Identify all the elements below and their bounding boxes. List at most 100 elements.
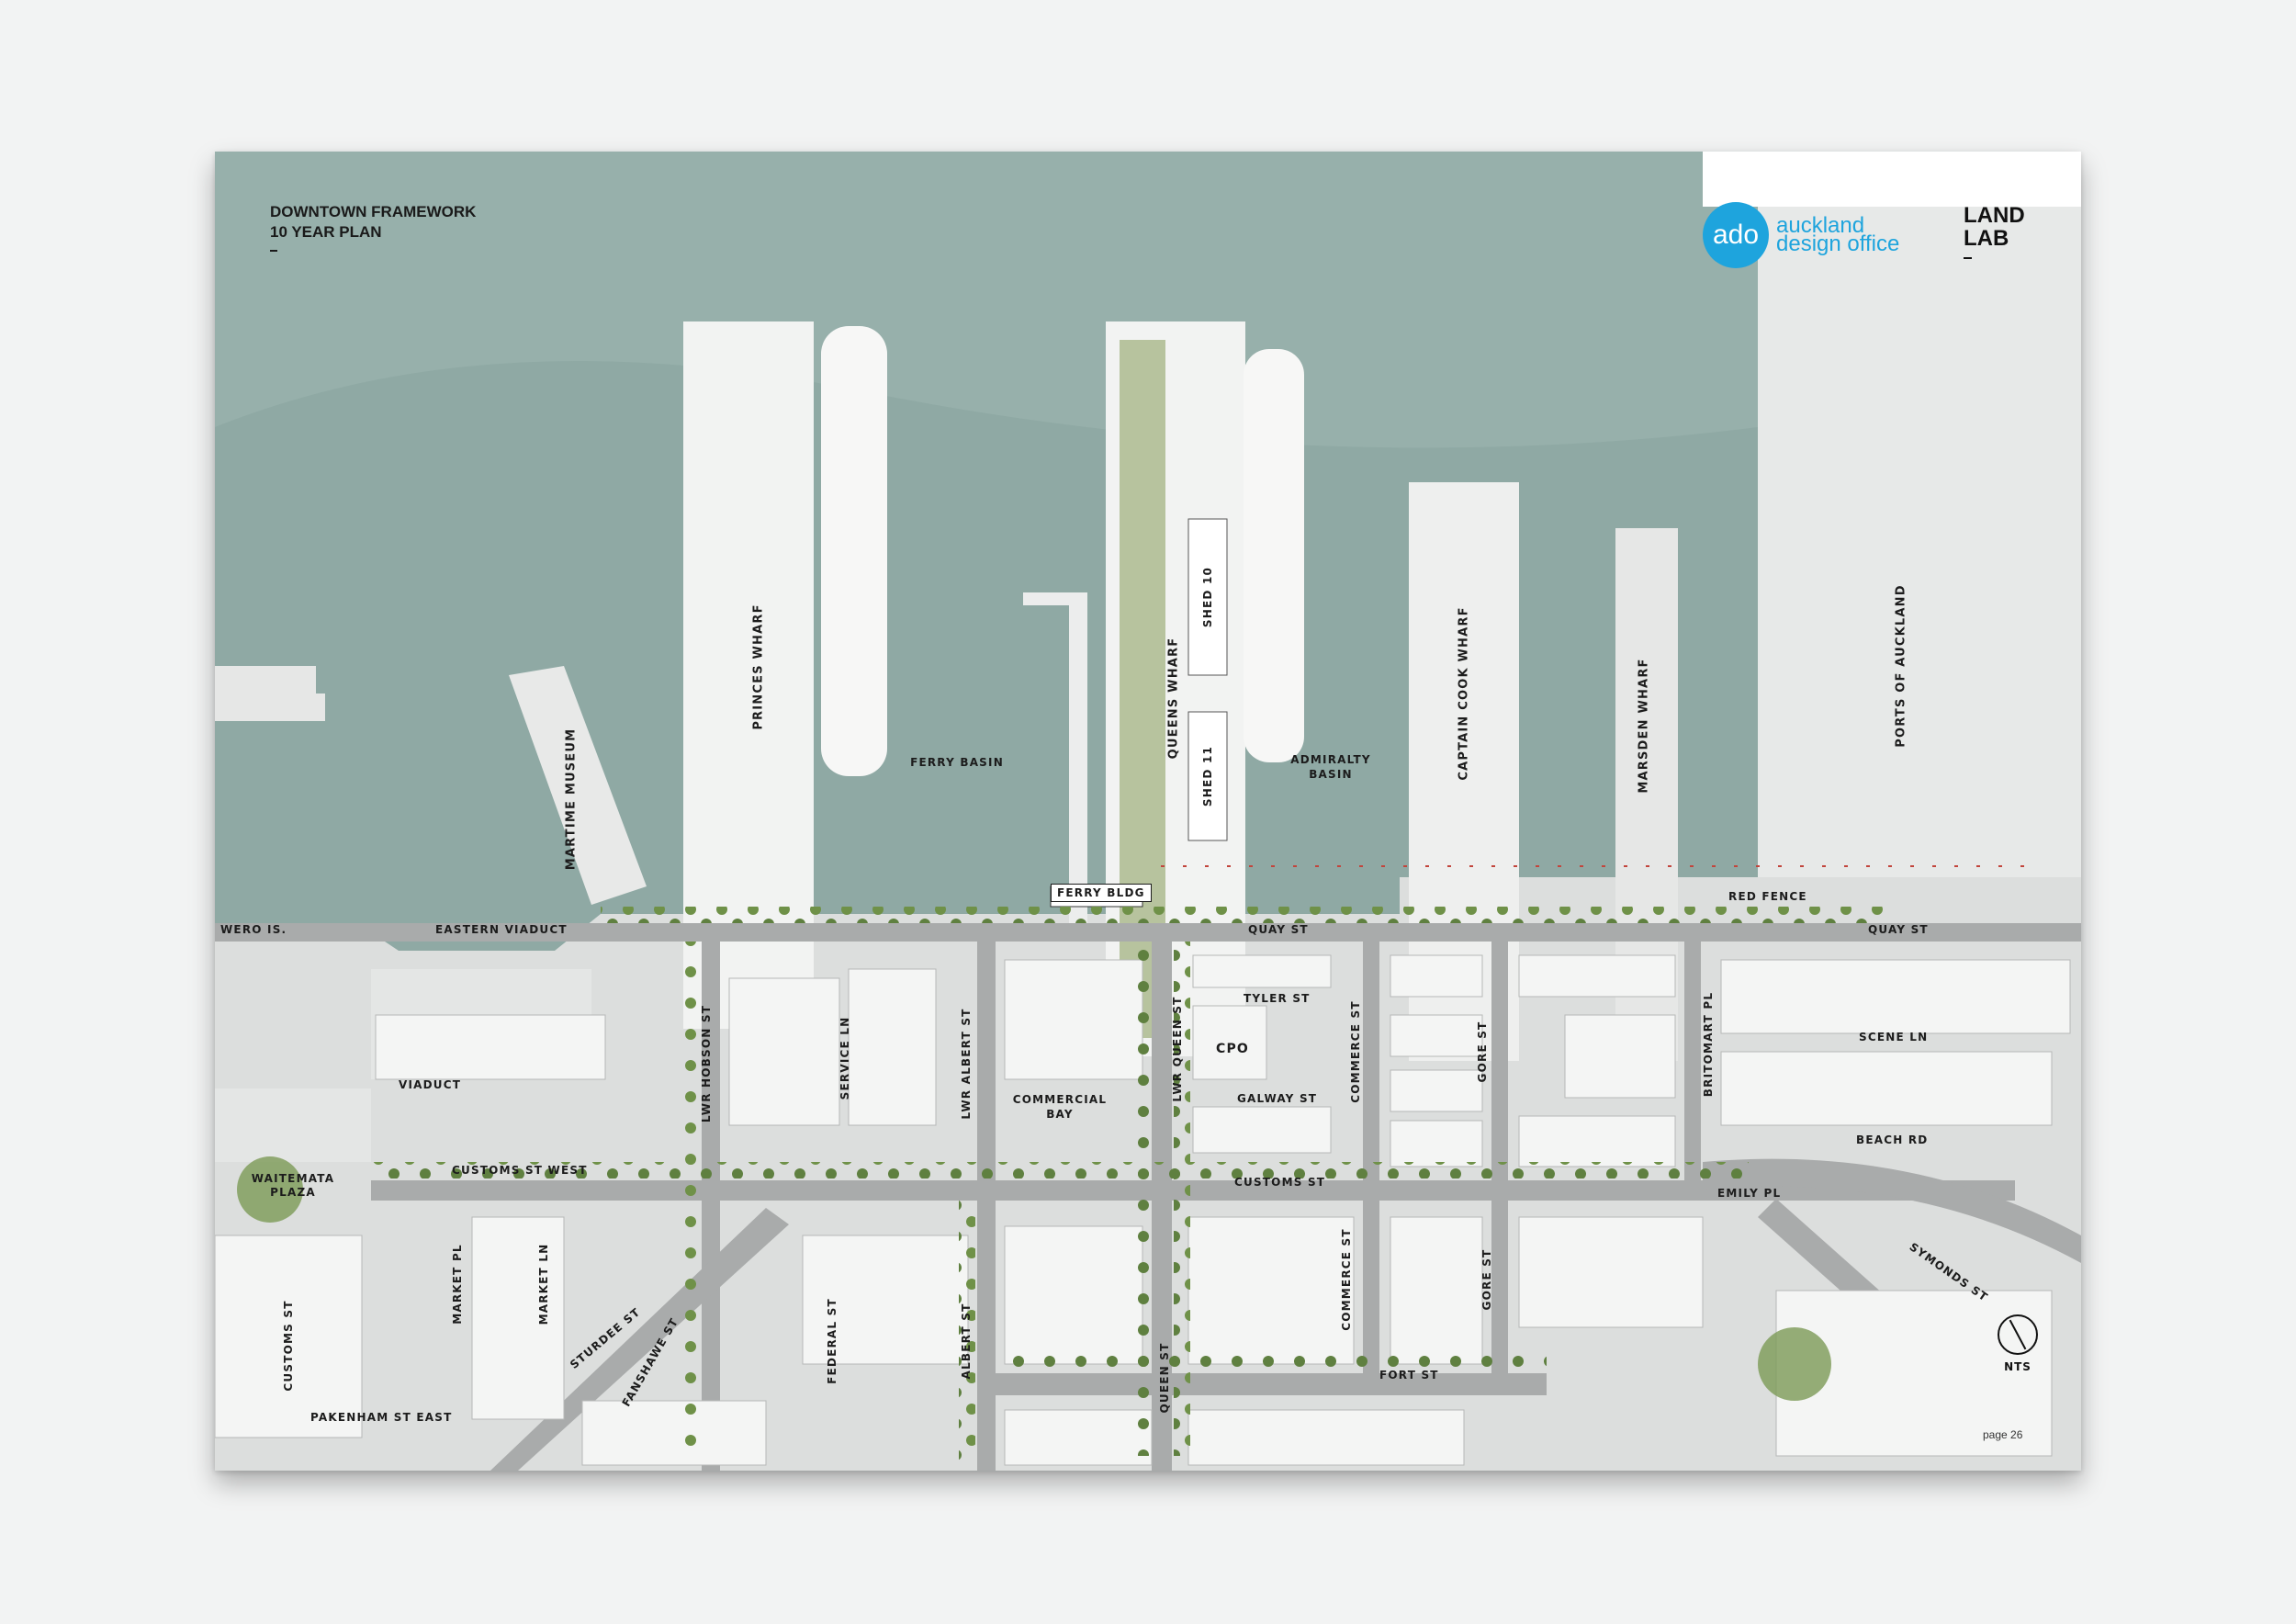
britomart-road [1684,942,1701,1180]
building-block [1004,959,1143,1080]
landlab-logo: LAND LAB [1964,204,2025,259]
tree-line [996,1355,1547,1371]
label-gore-st-2: GORE ST [1480,1248,1493,1311]
landlab-line-2: LAB [1964,226,2009,251]
building-block [1390,1120,1483,1167]
label-captain-cook-wharf: CAPTAIN COOK WHARF [1457,606,1471,781]
west-land [215,1088,371,1162]
ado-wordmark: auckland design office [1776,215,1900,256]
building-block [1187,1409,1465,1466]
label-fort-st: FORT ST [1379,1369,1439,1382]
plan-title: DOWNTOWN FRAMEWORK 10 YEAR PLAN [270,202,476,252]
ado-logo: ado auckland design office [1703,202,1899,268]
building-block [1720,1051,2053,1126]
label-cpo: CPO [1216,1042,1250,1056]
west-pier [215,666,316,694]
building-block [1518,954,1676,998]
label-commerce-st-2: COMMERCE ST [1340,1228,1353,1331]
title-dash [270,250,277,252]
building-block [1720,959,2071,1034]
building-block [1192,1106,1332,1154]
building-block [1390,1216,1483,1365]
ado-line-2: design office [1776,231,1900,256]
building-block [1004,1409,1153,1466]
label-quay-st-1: QUAY ST [1248,923,1309,936]
building-block [375,1014,606,1080]
landlab-dash [1964,257,1972,259]
label-market-pl: MARKET PL [451,1244,464,1325]
label-viaduct: VIADUCT [399,1078,462,1091]
label-quay-st-2: QUAY ST [1868,923,1929,936]
ferry-pier-arm [1023,592,1078,605]
title-line-1: DOWNTOWN FRAMEWORK [270,203,477,220]
building-block [1518,1216,1704,1328]
label-lwr-hobson-st: LWR HOBSON ST [700,1004,713,1123]
label-galway-st: GALWAY ST [1237,1092,1318,1105]
label-service-ln: SERVICE LN [838,1016,851,1100]
building-block [1192,954,1332,988]
building-block [1390,954,1483,998]
north-arrow: NTS [1990,1314,2045,1373]
tree-line [1133,942,1150,1456]
label-customs-st: CUSTOMS ST [1234,1176,1326,1189]
label-marsden-wharf: MARSDEN WHARF [1637,658,1651,794]
building-block [581,1400,767,1466]
label-customs-st-west: CUSTOMS ST WEST [452,1164,588,1177]
title-line-2: 10 YEAR PLAN [270,223,382,241]
building-block [848,968,937,1126]
label-princes-wharf: PRINCES WHARF [751,603,766,730]
label-maritime-museum: MARTIME MUSEUM [564,727,579,871]
building-block [728,977,840,1126]
building-block [1564,1014,1676,1099]
nts-label: NTS [2004,1360,2032,1373]
label-albert-st: ALBERT ST [960,1303,973,1380]
label-market-ln: MARKET LN [537,1243,550,1325]
building-block [471,1216,565,1420]
building-block [1187,1216,1355,1365]
queens-ship [1244,349,1304,762]
building-block [1390,1014,1483,1057]
label-wero-is: WERO IS. [220,923,287,936]
label-ferry-bldg: FERRY BLDG [1051,884,1152,902]
building-block [1390,1069,1483,1112]
label-tyler-st: TYLER ST [1244,992,1311,1005]
label-admiralty-basin: ADMIRALTY BASIN [1290,753,1371,781]
building-block [1518,1115,1676,1167]
label-red-fence: RED FENCE [1728,890,1807,903]
west-pier-b [215,694,325,721]
ports-white-panel [1703,152,2081,207]
label-gore-st-1: GORE ST [1476,1021,1489,1083]
label-lwr-queen-st: LWR QUEEN ST [1171,996,1184,1102]
label-pakenham-st-east: PAKENHAM ST EAST [310,1411,453,1424]
princes-ship [821,326,887,776]
label-commerce-st-1: COMMERCE ST [1349,1000,1362,1103]
label-federal-st: FEDERAL ST [826,1298,838,1384]
label-lwr-albert-st: LWR ALBERT ST [960,1008,973,1120]
tree-line [683,942,700,1456]
label-ports-of-auckland: PORTS OF AUCKLAND [1894,584,1908,748]
plan-sheet: DOWNTOWN FRAMEWORK 10 YEAR PLAN ado auck… [215,152,2081,1471]
fort-st-road [996,1373,1547,1395]
label-shed-10: SHED 10 [1201,566,1214,628]
label-ferry-basin: FERRY BASIN [910,756,1004,769]
albert-road [977,942,996,1471]
label-emily-pl: EMILY PL [1717,1187,1782,1200]
landlab-line-1: LAND [1964,203,2025,228]
label-queens-wharf: QUEENS WHARF [1166,637,1181,760]
site-plan-map [215,152,2081,1471]
label-beach-rd: BEACH RD [1856,1133,1929,1146]
label-commercial-bay: COMMERCIAL BAY [1012,1093,1108,1121]
north-arrow-icon [1998,1314,2038,1355]
ado-mark: ado [1703,202,1769,268]
label-waitemata-plaza: WAITEMATA PLAZA [251,1172,335,1199]
label-britomart-pl: BRITOMART PL [1702,991,1715,1098]
label-customs-st-vertical: CUSTOMS ST [282,1300,295,1392]
label-shed-11: SHED 11 [1201,745,1214,807]
building-block [1004,1225,1143,1365]
label-eastern-viaduct: EASTERN VIADUCT [435,923,568,936]
tree-line [601,907,1886,923]
park-tree-group [1758,1327,1831,1401]
label-queen-st: QUEEN ST [1158,1342,1171,1414]
label-scene-ln: SCENE LN [1859,1031,1929,1043]
page-number: page 26 [1983,1428,2023,1441]
